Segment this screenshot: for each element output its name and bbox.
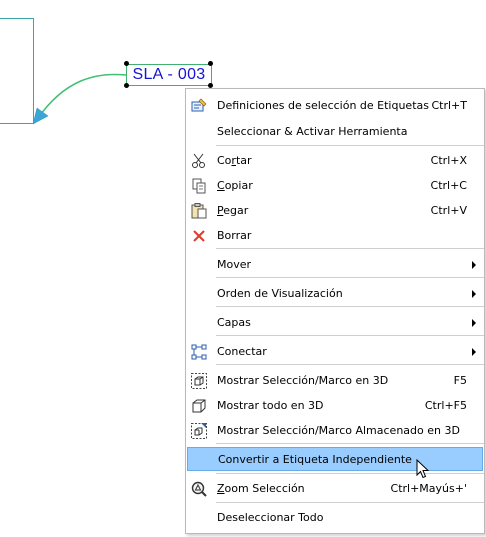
menu-item-shortcut: F5 — [453, 374, 467, 387]
menu-item-paste[interactable]: Pegar Ctrl+V — [187, 199, 483, 223]
menu-item-shortcut: Ctrl+F5 — [424, 399, 467, 412]
menu-separator — [216, 248, 484, 249]
menu-separator — [216, 364, 484, 365]
menu-item-select-activate-tool[interactable]: Seleccionar & Activar Herramienta — [187, 120, 483, 144]
show-selection-3d-icon — [190, 372, 208, 390]
mouse-cursor-icon — [416, 459, 430, 479]
submenu-arrow-icon — [472, 261, 476, 269]
menu-item-label: Orden de Visualización — [217, 287, 343, 300]
menu-separator — [216, 335, 484, 336]
paste-icon — [190, 202, 208, 220]
menu-item-label: Zoom Selección — [217, 482, 305, 495]
menu-item-label: Mostrar todo en 3D — [217, 399, 324, 412]
menu-item-label: Mover — [217, 258, 252, 271]
context-menu: Definiciones de selección de Etiquetas C… — [185, 88, 485, 534]
connect-icon — [190, 343, 208, 361]
menu-separator — [216, 473, 484, 474]
menu-item-deselect-all[interactable]: Deseleccionar Todo — [187, 506, 483, 530]
cube-3d-icon — [190, 397, 208, 415]
copy-icon — [190, 177, 208, 195]
menu-separator — [216, 277, 484, 278]
menu-item-shortcut: Ctrl+V — [430, 204, 467, 217]
menu-separator — [216, 145, 484, 146]
menu-item-move[interactable]: Mover — [187, 253, 483, 277]
submenu-arrow-icon — [472, 319, 476, 327]
selected-label[interactable]: SLA - 003 — [126, 64, 212, 86]
scissors-icon — [190, 152, 208, 170]
menu-item-label: Borrar — [217, 229, 252, 242]
selection-handle[interactable] — [208, 61, 213, 66]
menu-item-label: Definiciones de selección de Etiquetas — [217, 99, 429, 112]
selection-handle[interactable] — [124, 61, 129, 66]
menu-item-layers[interactable]: Capas — [187, 311, 483, 335]
menu-item-label-settings[interactable]: Definiciones de selección de Etiquetas C… — [187, 94, 483, 118]
menu-item-label: Capas — [217, 316, 251, 329]
menu-item-shortcut: Ctrl+Mayús+' — [390, 482, 467, 495]
menu-item-copy[interactable]: Copiar Ctrl+C — [187, 174, 483, 198]
delete-x-icon — [190, 227, 208, 245]
menu-item-label: Pegar — [217, 204, 249, 217]
stored-selection-3d-icon — [190, 422, 208, 440]
submenu-arrow-icon — [472, 348, 476, 356]
menu-item-delete[interactable]: Borrar — [187, 224, 483, 248]
menu-item-label: Conectar — [217, 345, 267, 358]
menu-item-show-selection-3d[interactable]: Mostrar Selección/Marco en 3D F5 — [187, 369, 483, 393]
menu-item-label: Deseleccionar Todo — [217, 511, 324, 524]
menu-item-show-stored-selection-3d[interactable]: Mostrar Selección/Marco Almacenado en 3D — [187, 419, 483, 443]
menu-item-label: Cortar — [217, 154, 252, 167]
menu-item-convert-independent-label[interactable]: Convertir a Etiqueta Independiente — [187, 447, 483, 471]
menu-item-zoom-selection[interactable]: Zoom Selección Ctrl+Mayús+' — [187, 477, 483, 501]
menu-separator — [216, 502, 484, 503]
menu-item-shortcut: Ctrl+C — [430, 179, 467, 192]
menu-item-cut[interactable]: Cortar Ctrl+X — [187, 149, 483, 173]
drawn-element[interactable] — [0, 18, 34, 124]
menu-item-label: Copiar — [217, 179, 253, 192]
submenu-arrow-icon — [472, 290, 476, 298]
menu-item-connect[interactable]: Conectar — [187, 340, 483, 364]
menu-separator — [216, 306, 484, 307]
menu-item-label: Mostrar Selección/Marco en 3D — [217, 374, 389, 387]
label-settings-icon — [190, 97, 208, 115]
menu-item-display-order[interactable]: Orden de Visualización — [187, 282, 483, 306]
menu-item-label: Mostrar Selección/Marco Almacenado en 3D — [217, 424, 460, 437]
menu-item-label: Seleccionar & Activar Herramienta — [217, 125, 408, 138]
selection-handle[interactable] — [124, 83, 129, 88]
zoom-selection-icon — [190, 480, 208, 498]
menu-separator — [216, 443, 484, 444]
menu-item-label: Convertir a Etiqueta Independiente — [218, 453, 412, 466]
menu-item-show-all-3d[interactable]: Mostrar todo en 3D Ctrl+F5 — [187, 394, 483, 418]
menu-item-shortcut: Ctrl+T — [431, 99, 467, 112]
menu-item-shortcut: Ctrl+X — [430, 154, 467, 167]
